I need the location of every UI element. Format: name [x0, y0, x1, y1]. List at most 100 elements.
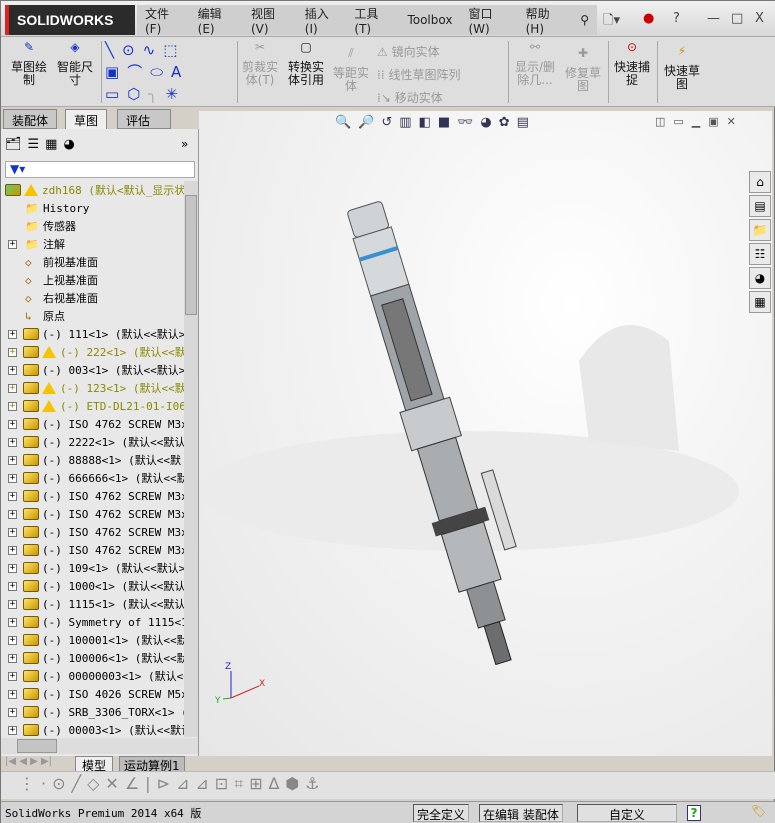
tree-item[interactable]: + (-) 1000<1> (默认<<默认	[1, 577, 184, 595]
text-icon[interactable]: A	[171, 63, 189, 81]
rebuild-light-icon[interactable]: ●	[643, 11, 654, 26]
fillet-icon[interactable]: ╮	[148, 85, 165, 103]
polygon-icon[interactable]: ⬡	[127, 85, 148, 103]
sketch-tools-icons[interactable]: ⋮·⊙╱◇✕∠|⊳⊿⊿⊡⌗⊞∆⬢⚓	[19, 774, 326, 793]
expand-toggle[interactable]: +	[8, 348, 17, 357]
view-palette-icon[interactable]: ☷	[749, 243, 771, 265]
home-icon[interactable]: ⌂	[749, 171, 771, 193]
expand-toggle[interactable]: +	[8, 528, 17, 537]
tree-item[interactable]: + (-) 00000003<1> (默认<<	[1, 667, 184, 685]
tree-item[interactable]: + (-) SRB_3306_TORX<1> (默	[1, 703, 184, 721]
menu-tools[interactable]: 工具(T)	[346, 5, 399, 36]
tree-horizontal-scrollbar[interactable]	[1, 738, 198, 754]
expand-panel-icon[interactable]: »	[181, 137, 188, 151]
custom-properties-icon[interactable]: ▦	[749, 291, 771, 313]
help-button[interactable]: ?	[673, 11, 680, 26]
design-library-icon[interactable]: ▤	[749, 195, 771, 217]
expand-toggle[interactable]: +	[8, 456, 17, 465]
filter-input[interactable]: ▼▾	[5, 161, 195, 178]
tab-nav-arrows[interactable]: |◀ ◀ ▶ ▶|	[5, 756, 52, 767]
file-explorer-icon[interactable]: 📁	[749, 219, 771, 241]
expand-toggle[interactable]: +	[8, 546, 17, 555]
expand-toggle[interactable]: +	[8, 474, 17, 483]
tree-root[interactable]: zdh168 (默认<默认_显示状态-1>)	[5, 181, 184, 199]
tree-item[interactable]: + (-) 00003<1> (默认<<默认	[1, 721, 184, 737]
linear-pattern-button[interactable]: ⁞⁞ 线性草图阵列	[377, 64, 460, 87]
solidworks-logo[interactable]: SOLIDWORKS	[5, 5, 135, 35]
menu-insert[interactable]: 插入(I)	[297, 5, 347, 36]
tree-vertical-scrollbar[interactable]	[184, 181, 198, 737]
expand-toggle[interactable]: +	[8, 654, 17, 663]
expand-toggle[interactable]: +	[8, 366, 17, 375]
pin-icon[interactable]: ⚲	[572, 13, 597, 27]
tab-sketch[interactable]: 草图	[65, 109, 108, 129]
expand-toggle[interactable]: +	[8, 384, 17, 393]
tree-item[interactable]: + (-) 003<1> (默认<<默认>	[1, 361, 184, 379]
config-tab-icon[interactable]: ▦	[45, 137, 63, 152]
arc-icon[interactable]: ⌒	[127, 63, 150, 81]
menu-edit[interactable]: 编辑(E)	[190, 5, 243, 36]
tree-item[interactable]: + (-) 88888<1> (默认<<默	[1, 451, 181, 469]
slot-icon[interactable]: ▭	[105, 85, 127, 103]
trim-entities-button[interactable]: ✂ 剪裁实体(T)	[239, 41, 281, 87]
smart-dimension-button[interactable]: ◈ 智能尺寸	[55, 41, 95, 87]
property-tab-icon[interactable]: ☰	[28, 137, 46, 152]
expand-toggle[interactable]: +	[8, 420, 17, 429]
expand-toggle[interactable]: +	[8, 402, 17, 411]
convert-entities-button[interactable]: ▢ 转换实体引用	[285, 41, 327, 87]
construction-icon[interactable]: ⬚	[163, 41, 185, 59]
expand-toggle[interactable]: +	[8, 600, 17, 609]
tree-item[interactable]: 📁 传感器	[1, 217, 76, 235]
expand-toggle[interactable]: +	[8, 492, 17, 501]
close-button[interactable]: X	[755, 11, 764, 26]
minimize-button[interactable]: —	[707, 11, 720, 26]
tree-item[interactable]: ◇ 上视基准面	[1, 271, 98, 289]
mirror-entities-button[interactable]: ⚠ 镜向实体	[377, 41, 460, 64]
rectangle-icon[interactable]: ▣	[105, 63, 127, 81]
tree-item[interactable]: + (-) 123<1> (默认<<默	[1, 379, 184, 397]
tab-assembly[interactable]: 装配体	[3, 109, 58, 129]
display-delete-relations-button[interactable]: ⚯ 显示/删除几...	[513, 41, 557, 87]
appearance-tab-icon[interactable]: ◕	[63, 137, 80, 152]
tree-item[interactable]: ◇ 前视基准面	[1, 253, 98, 271]
expand-toggle[interactable]: +	[8, 672, 17, 681]
expand-toggle[interactable]: +	[8, 330, 17, 339]
line-icon[interactable]: ╲	[105, 41, 122, 59]
expand-toggle[interactable]: +	[8, 618, 17, 627]
tab-evaluate[interactable]: 评估	[117, 109, 171, 129]
tree-item[interactable]: + (-) ISO 4762 SCREW M3x6	[1, 541, 184, 559]
tree-item[interactable]: ↳ 原点	[1, 307, 65, 325]
tree-item[interactable]: + (-) 2222<1> (默认<<默认	[1, 433, 184, 451]
quick-snaps-button[interactable]: ⊙ 快速捕捉	[611, 41, 653, 87]
expand-toggle[interactable]: +	[8, 582, 17, 591]
sketch-entities-group[interactable]: ╲⊙∿⬚ ▣⌒⬭A ▭⬡╮✳	[105, 39, 235, 105]
tree-item[interactable]: + (-) 100001<1> (默认<<默	[1, 631, 184, 649]
menu-toolbox[interactable]: Toolbox	[399, 13, 460, 27]
expand-toggle[interactable]: +	[8, 708, 17, 717]
expand-toggle[interactable]: +	[8, 636, 17, 645]
graphics-viewport[interactable]: 🔍🔎↺▥◧■👓◕✿▤ ◫▭▁▣✕ ZXY	[199, 111, 772, 756]
expand-toggle[interactable]: +	[8, 690, 17, 699]
tag-icon[interactable]: 🏷	[751, 804, 766, 818]
feature-tree-tab-icon[interactable]: 🗂	[5, 137, 28, 152]
expand-toggle[interactable]: +	[8, 564, 17, 573]
new-document-icon[interactable]: 🗋▾	[603, 11, 620, 33]
tree-item[interactable]: + (-) 1115<1> (默认<<默认	[1, 595, 184, 613]
sketch-button[interactable]: ✎ 草图绘制	[9, 41, 49, 87]
ellipse-icon[interactable]: ⬭	[150, 63, 171, 81]
move-entities-button[interactable]: ⁞↘ 移动实体	[377, 87, 460, 110]
expand-toggle[interactable]: +	[8, 240, 17, 249]
menu-help[interactable]: 帮助(H)	[518, 5, 573, 36]
menu-window[interactable]: 窗口(W)	[460, 5, 517, 36]
tree-item[interactable]: + (-) ISO 4026 SCREW M5x6	[1, 685, 184, 703]
tree-item[interactable]: + 📁 注解	[1, 235, 65, 253]
tree-item[interactable]: + (-) ISO 4762 SCREW M3x6	[1, 415, 184, 433]
tree-item[interactable]: + (-) 222<1> (默认<<默	[1, 343, 184, 361]
tree-item[interactable]: + (-) ISO 4762 SCREW M3x6	[1, 505, 184, 523]
expand-toggle[interactable]: +	[8, 726, 17, 735]
spline-icon[interactable]: ∿	[143, 41, 164, 59]
units-selector[interactable]: 自定义	[577, 804, 677, 822]
tree-item[interactable]: + (-) 109<1> (默认<<默认>	[1, 559, 184, 577]
tree-item[interactable]: + (-) 100006<1> (默认<<默	[1, 649, 184, 667]
help-icon[interactable]: ?	[687, 805, 701, 821]
